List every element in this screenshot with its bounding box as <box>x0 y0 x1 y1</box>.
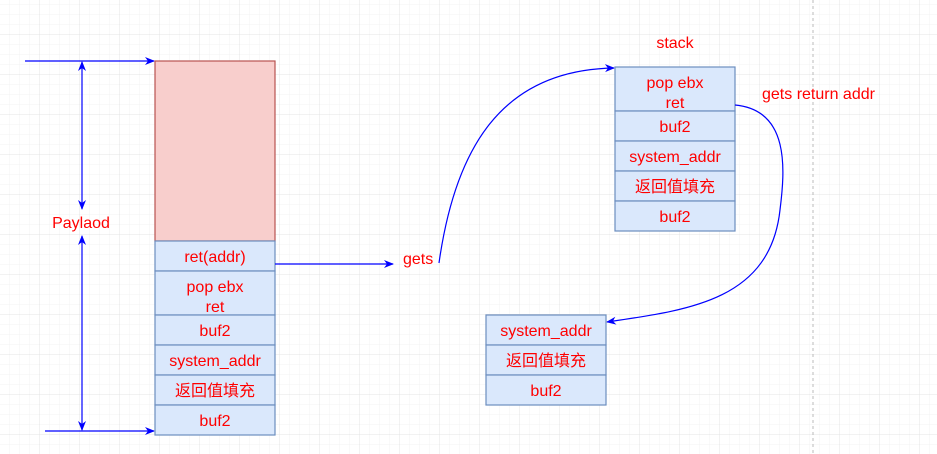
payload-label: Paylaod <box>52 215 110 232</box>
cell-label: buf2 <box>530 383 561 400</box>
padding-block <box>154 60 276 242</box>
bottom-stack: system_addr 返回值填充 buf2 <box>485 314 607 406</box>
cell-label: buf2 <box>659 119 690 136</box>
gets-return-addr-label: gets return addr <box>762 86 876 103</box>
cell-label: 返回值填充 <box>175 382 255 400</box>
grid-background <box>0 0 937 454</box>
cell-label: system_addr <box>629 149 721 166</box>
diagram-canvas: Paylaod ret(addr) pop ebx ret buf2 syste… <box>0 0 937 454</box>
left-stack: ret(addr) pop ebx ret buf2 system_addr 返… <box>154 60 276 436</box>
stack-label: stack <box>656 35 694 52</box>
cell-label: pop ebx <box>187 279 244 296</box>
cell-label: system_addr <box>500 323 592 340</box>
cell-label: ret(addr) <box>184 249 245 266</box>
cell-label: pop ebx <box>647 75 704 92</box>
cell-label: ret <box>206 299 225 316</box>
cell-label: ret <box>666 95 685 112</box>
cell-label: buf2 <box>199 413 230 430</box>
cell-label: buf2 <box>659 209 690 226</box>
cell-label: system_addr <box>169 353 261 370</box>
right-stack: pop ebx ret buf2 system_addr 返回值填充 buf2 <box>614 66 736 232</box>
cell-label: 返回值填充 <box>635 178 715 196</box>
cell-label: 返回值填充 <box>506 352 586 370</box>
cell-label: buf2 <box>199 323 230 340</box>
gets-label: gets <box>403 251 433 268</box>
